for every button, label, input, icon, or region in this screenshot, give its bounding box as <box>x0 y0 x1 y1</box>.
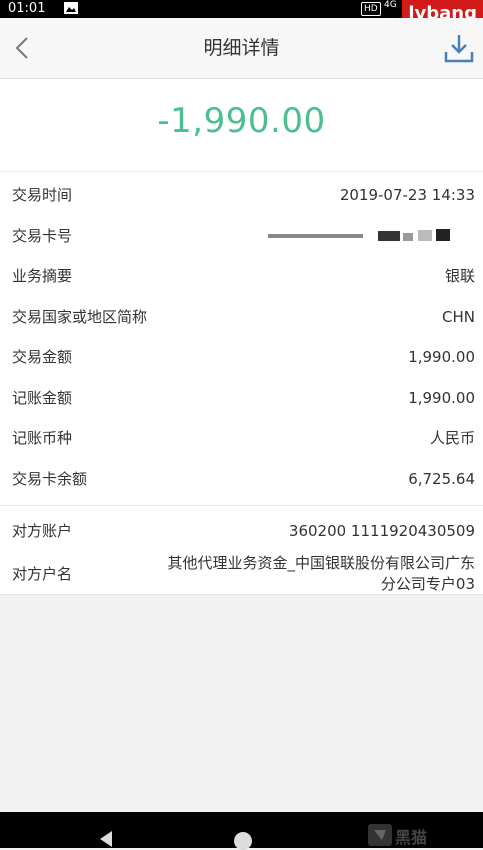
detail-row-card-balance: 交易卡余额 6,725.64 <box>0 459 483 499</box>
download-icon[interactable] <box>443 32 475 66</box>
detail-value: 360200 1111920430509 <box>288 522 475 540</box>
transaction-detail-card: -1,990.00 交易时间 2019-07-23 14:33 交易卡号 业务摘… <box>0 79 483 595</box>
detail-label: 对方户名 <box>12 565 73 583</box>
divider <box>0 505 483 506</box>
logo-text: 黑猫 <box>395 828 428 847</box>
detail-row-transaction-amount: 交易金额 1,990.00 <box>0 337 483 377</box>
status-time: 01:01 <box>8 1 46 16</box>
detail-value: 6,725.64 <box>408 470 475 488</box>
detail-value: 1,990.00 <box>408 389 475 407</box>
detail-value: 2019-07-23 14:33 <box>339 186 475 204</box>
network-indicator: 4G <box>384 0 397 10</box>
detail-row-counterparty-account: 对方账户 360200 1111920430509 <box>0 511 483 551</box>
detail-value: 人民币 <box>429 429 475 447</box>
detail-row-country: 交易国家或地区简称 CHN <box>0 297 483 337</box>
detail-label: 交易卡余额 <box>12 470 88 488</box>
detail-label: 记账币种 <box>12 429 73 447</box>
detail-row-card-number: 交易卡号 <box>0 216 483 256</box>
system-nav-bar: 黑猫 <box>0 812 483 850</box>
detail-label: 记账金额 <box>12 389 73 407</box>
masked-card-number <box>268 229 450 241</box>
detail-label: 交易金额 <box>12 348 73 366</box>
triangle-back-icon[interactable] <box>96 830 116 848</box>
detail-row-currency: 记账币种 人民币 <box>0 418 483 458</box>
page-title: 明细详情 <box>203 37 280 59</box>
detail-row-transaction-time: 交易时间 2019-07-23 14:33 <box>0 175 483 215</box>
detail-row-summary: 业务摘要 银联 <box>0 256 483 296</box>
detail-label: 业务摘要 <box>12 267 73 285</box>
detail-label: 对方账户 <box>12 522 73 540</box>
divider <box>0 171 483 172</box>
detail-value: 其他代理业务资金_中国银联股份有限公司广东分公司专户03 <box>167 554 475 593</box>
image-notification-icon <box>64 2 78 14</box>
detail-value: 银联 <box>444 267 475 285</box>
detail-label: 交易国家或地区简称 <box>12 308 148 326</box>
detail-row-posting-amount: 记账金额 1,990.00 <box>0 378 483 418</box>
detail-label: 交易卡号 <box>12 227 73 245</box>
detail-row-counterparty-name: 对方户名 其他代理业务资金_中国银联股份有限公司广东分公司专户03 <box>0 551 483 597</box>
detail-label: 交易时间 <box>12 186 73 204</box>
detail-value: CHN <box>442 308 475 326</box>
transaction-amount: -1,990.00 <box>157 101 326 141</box>
hd-indicator: HD <box>361 2 381 16</box>
circle-home-icon[interactable] <box>234 832 252 850</box>
detail-value: 1,990.00 <box>408 348 475 366</box>
app-header: 明细详情 <box>0 18 483 79</box>
